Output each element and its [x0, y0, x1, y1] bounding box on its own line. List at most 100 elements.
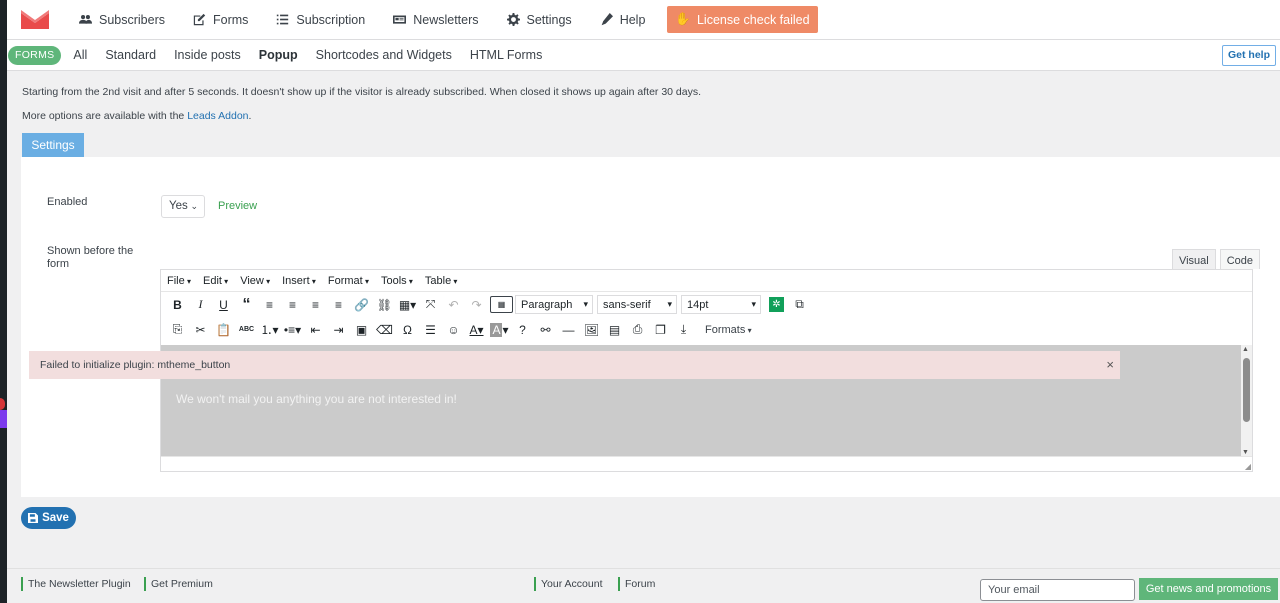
bullet-list-icon[interactable]: •≡▾	[281, 319, 304, 341]
insert-download-icon[interactable]: ⤓	[672, 319, 695, 341]
nav-newsletters[interactable]: Newsletters	[393, 13, 479, 27]
subnav-all[interactable]: All	[73, 48, 87, 62]
font-size-select[interactable]: 14pt	[681, 295, 761, 314]
chevron-down-icon: ⌄	[190, 201, 198, 211]
menu-table[interactable]: Table	[425, 275, 458, 287]
license-check-button[interactable]: ✋ License check failed	[667, 6, 818, 33]
preview-link[interactable]: Preview	[218, 200, 257, 212]
help-icon[interactable]: ?	[511, 319, 534, 341]
nav-help[interactable]: Help	[600, 13, 645, 27]
leads-note-suffix: .	[248, 110, 252, 122]
scroll-down-icon[interactable]: ▼	[1242, 449, 1249, 456]
menu-format[interactable]: Format	[328, 275, 369, 287]
subnav-popup[interactable]: Popup	[259, 48, 298, 62]
table-icon[interactable]: ▦▾	[396, 294, 419, 316]
get-help-button[interactable]: Get help	[1221, 45, 1276, 66]
notice-text: Failed to initialize plugin: mtheme_butt…	[40, 359, 231, 371]
leads-addon-note: More options are available with the Lead…	[22, 110, 251, 122]
eraser-icon[interactable]: ⌫	[373, 319, 396, 341]
subnav-html-forms[interactable]: HTML Forms	[470, 48, 542, 62]
translate-icon[interactable]: ⧉	[788, 294, 811, 316]
enabled-label: Enabled	[47, 196, 88, 208]
nav-settings[interactable]: Settings	[506, 13, 572, 27]
editor-statusbar: ◢	[161, 456, 1252, 471]
get-news-button[interactable]: Get news and promotions	[1139, 578, 1278, 600]
nav-forms[interactable]: Forms	[193, 13, 248, 27]
copy-icon[interactable]: ⎘	[166, 319, 189, 341]
text-color-icon[interactable]: A▾	[465, 319, 488, 341]
enabled-select[interactable]: Yes ⌄	[161, 195, 205, 218]
menu-tools[interactable]: Tools	[381, 275, 413, 287]
align-left-icon[interactable]: ≡	[258, 294, 281, 316]
link-icon[interactable]: 🔗	[350, 294, 373, 316]
align-right-icon[interactable]: ≡	[304, 294, 327, 316]
scroll-up-icon[interactable]: ▲	[1242, 346, 1249, 353]
binoculars-icon[interactable]: ⚯	[534, 319, 557, 341]
subnav-inside-posts[interactable]: Inside posts	[174, 48, 241, 62]
underline-icon[interactable]: U	[212, 294, 235, 316]
subnav-shortcodes[interactable]: Shortcodes and Widgets	[316, 48, 452, 62]
nav-subscription[interactable]: Subscription	[276, 13, 365, 27]
indent-icon[interactable]: ⇥	[327, 319, 350, 341]
paste-icon[interactable]: 📋	[212, 319, 235, 341]
block-format-select[interactable]: Paragraph	[515, 295, 593, 314]
undo-icon[interactable]: ↶	[442, 294, 465, 316]
menu-edit[interactable]: Edit	[203, 275, 228, 287]
image-icon[interactable]: 🖼	[580, 319, 603, 341]
newsletter-logo-icon[interactable]	[21, 9, 49, 31]
editor-scrollbar[interactable]: ▲ ▼	[1241, 345, 1252, 457]
cut-icon[interactable]: ✂	[189, 319, 212, 341]
save-button[interactable]: Save	[21, 507, 76, 529]
background-color-icon[interactable]: A ▾	[488, 319, 511, 341]
tab-visual[interactable]: Visual	[1171, 249, 1216, 269]
resize-handle-icon[interactable]: ◢	[1245, 462, 1251, 471]
page-break-icon[interactable]: ☰	[419, 319, 442, 341]
outdent-icon[interactable]: ⇤	[304, 319, 327, 341]
leads-addon-link[interactable]: Leads Addon	[187, 110, 248, 122]
horizontal-rule-icon[interactable]: —	[557, 319, 580, 341]
footer-link-get-premium[interactable]: Get Premium	[144, 577, 213, 591]
align-center-icon[interactable]: ≡	[281, 294, 304, 316]
subnav-standard[interactable]: Standard	[105, 48, 156, 62]
tab-code[interactable]: Code	[1219, 249, 1260, 269]
popup-description: Starting from the 2nd visit and after 5 …	[22, 86, 702, 98]
align-justify-icon[interactable]: ≡	[327, 294, 350, 316]
footer-link-your-account[interactable]: Your Account	[534, 577, 603, 591]
menu-file[interactable]: File	[167, 275, 191, 287]
admin-sidebar-strip	[0, 0, 7, 603]
keyboard-icon[interactable]: ▦	[490, 296, 513, 313]
emoji-icon[interactable]: ☺	[442, 319, 465, 341]
numbered-list-icon[interactable]: ⒈▾	[258, 319, 281, 341]
print-icon[interactable]: ⎙	[626, 319, 649, 341]
paste-text-icon[interactable]: ▣	[350, 319, 373, 341]
menu-view[interactable]: View	[240, 275, 270, 287]
footer-link-forum[interactable]: Forum	[618, 577, 655, 591]
list-icon	[277, 14, 289, 25]
forms-subnav: FORMS All Standard Inside posts Popup Sh…	[7, 40, 1280, 71]
close-icon[interactable]: ×	[1106, 351, 1114, 379]
enabled-select-value: Yes	[169, 200, 188, 212]
nav-subscribers[interactable]: Subscribers	[79, 13, 165, 27]
plugin-star-icon[interactable]: ✲	[769, 297, 784, 312]
editor-toolbar-row-2: ⎘ ✂ 📋 ABC ⒈▾ •≡▾ ⇤ ⇥ ▣ ⌫ Ω ☰ ☺ A▾ A ▾ ? ⚯…	[161, 317, 1252, 342]
font-family-select[interactable]: sans-serif	[597, 295, 677, 314]
plugin-error-notice: Failed to initialize plugin: mtheme_butt…	[29, 351, 1120, 379]
footer-link-newsletter-plugin[interactable]: The Newsletter Plugin	[21, 577, 131, 591]
strikethrough-icon[interactable]: ABC	[235, 319, 258, 341]
omega-icon[interactable]: Ω	[396, 319, 419, 341]
bold-icon[interactable]: B	[166, 294, 189, 316]
tab-settings[interactable]: Settings	[22, 133, 84, 157]
blockquote-icon[interactable]: “	[235, 294, 258, 316]
shown-before-label: Shown before the form	[47, 245, 134, 270]
formats-menu[interactable]: Formats	[705, 324, 752, 336]
email-field[interactable]: Your email	[980, 579, 1135, 601]
sidebar-indicator	[0, 410, 7, 428]
redo-icon[interactable]: ↷	[465, 294, 488, 316]
scrollbar-thumb[interactable]	[1243, 358, 1250, 422]
menu-insert[interactable]: Insert	[282, 275, 316, 287]
media-icon[interactable]: ▤	[603, 319, 626, 341]
fullscreen-icon[interactable]: ⤧	[419, 294, 442, 316]
italic-icon[interactable]: I	[189, 294, 212, 316]
unlink-icon[interactable]: ⛓	[373, 294, 396, 316]
template-icon[interactable]: ❐	[649, 319, 672, 341]
